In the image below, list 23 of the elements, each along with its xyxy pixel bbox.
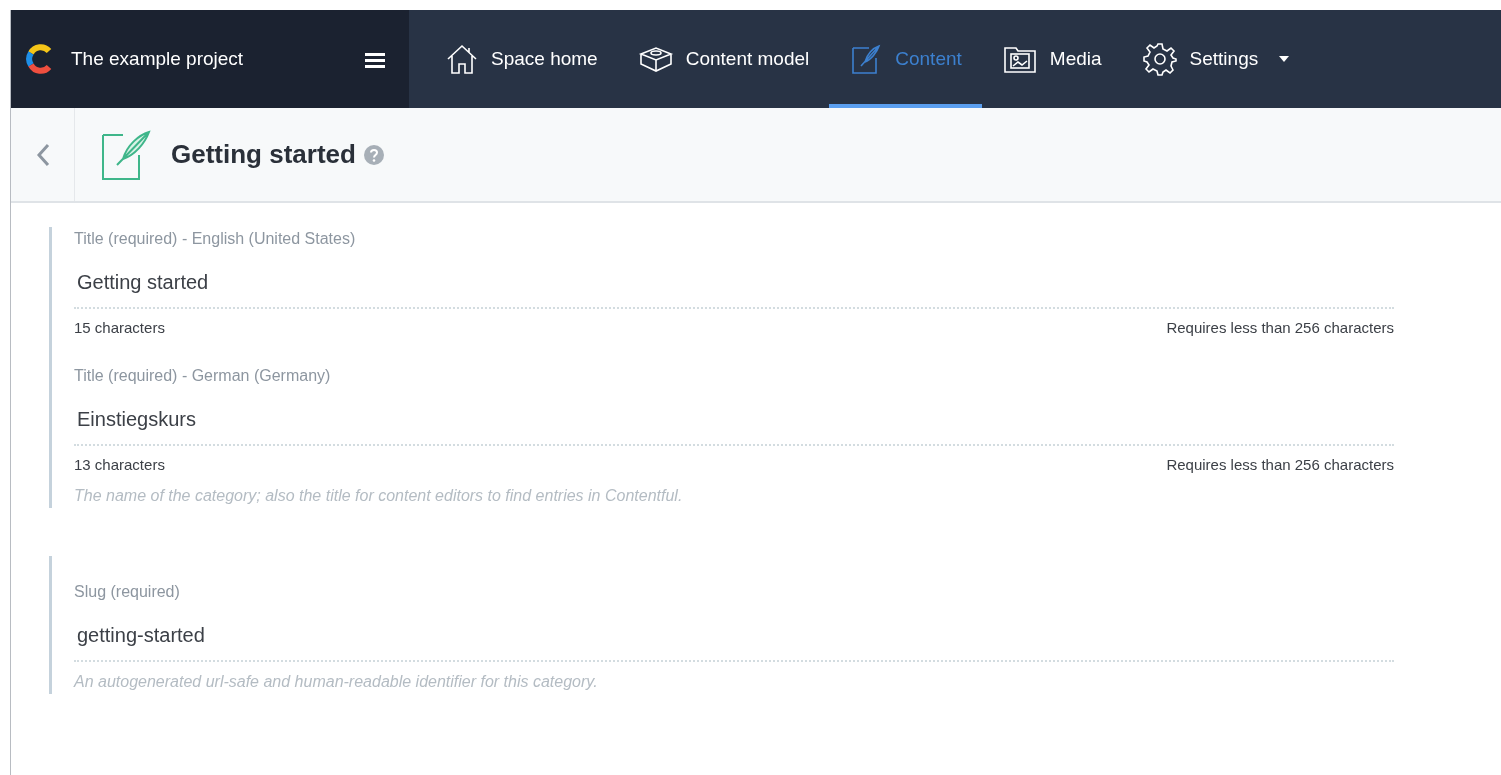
text-field[interactable]: Getting started	[74, 259, 1394, 309]
help-text: An autogenerated url-safe and human-readable identifier for this category.	[74, 672, 599, 692]
text-field[interactable]: getting-started	[74, 612, 1394, 662]
character-count: 15 characters	[74, 318, 165, 338]
entry-title: Getting started	[171, 138, 356, 171]
project-name: The example project	[71, 46, 245, 71]
help-icon[interactable]	[363, 144, 384, 165]
nav-tab[interactable]: Settings	[1121, 10, 1311, 108]
length-limit: Requires less than 256 characters	[1166, 318, 1394, 338]
field-label: Title (required) - German (Germany)	[74, 365, 332, 386]
nav-tab[interactable]: Space home	[425, 10, 618, 108]
gear-icon	[1141, 41, 1178, 77]
field-label: Title (required) - English (United States)	[74, 229, 357, 249]
nav-tab[interactable]: Media	[981, 10, 1122, 108]
nav-tab[interactable]: Content model	[617, 10, 830, 108]
box-icon	[637, 44, 674, 74]
field-label: Slug (required)	[74, 582, 181, 602]
text-field[interactable]: Einstiegskurs	[74, 395, 1394, 446]
help-text: The name of the category; also the title for content editors to find entries in Contentful.	[74, 486, 684, 506]
chevron-left-icon	[35, 142, 50, 167]
character-count: 13 characters	[74, 454, 165, 475]
house-icon	[445, 42, 479, 76]
length-limit: Requires less than 256 characters	[1166, 454, 1394, 475]
